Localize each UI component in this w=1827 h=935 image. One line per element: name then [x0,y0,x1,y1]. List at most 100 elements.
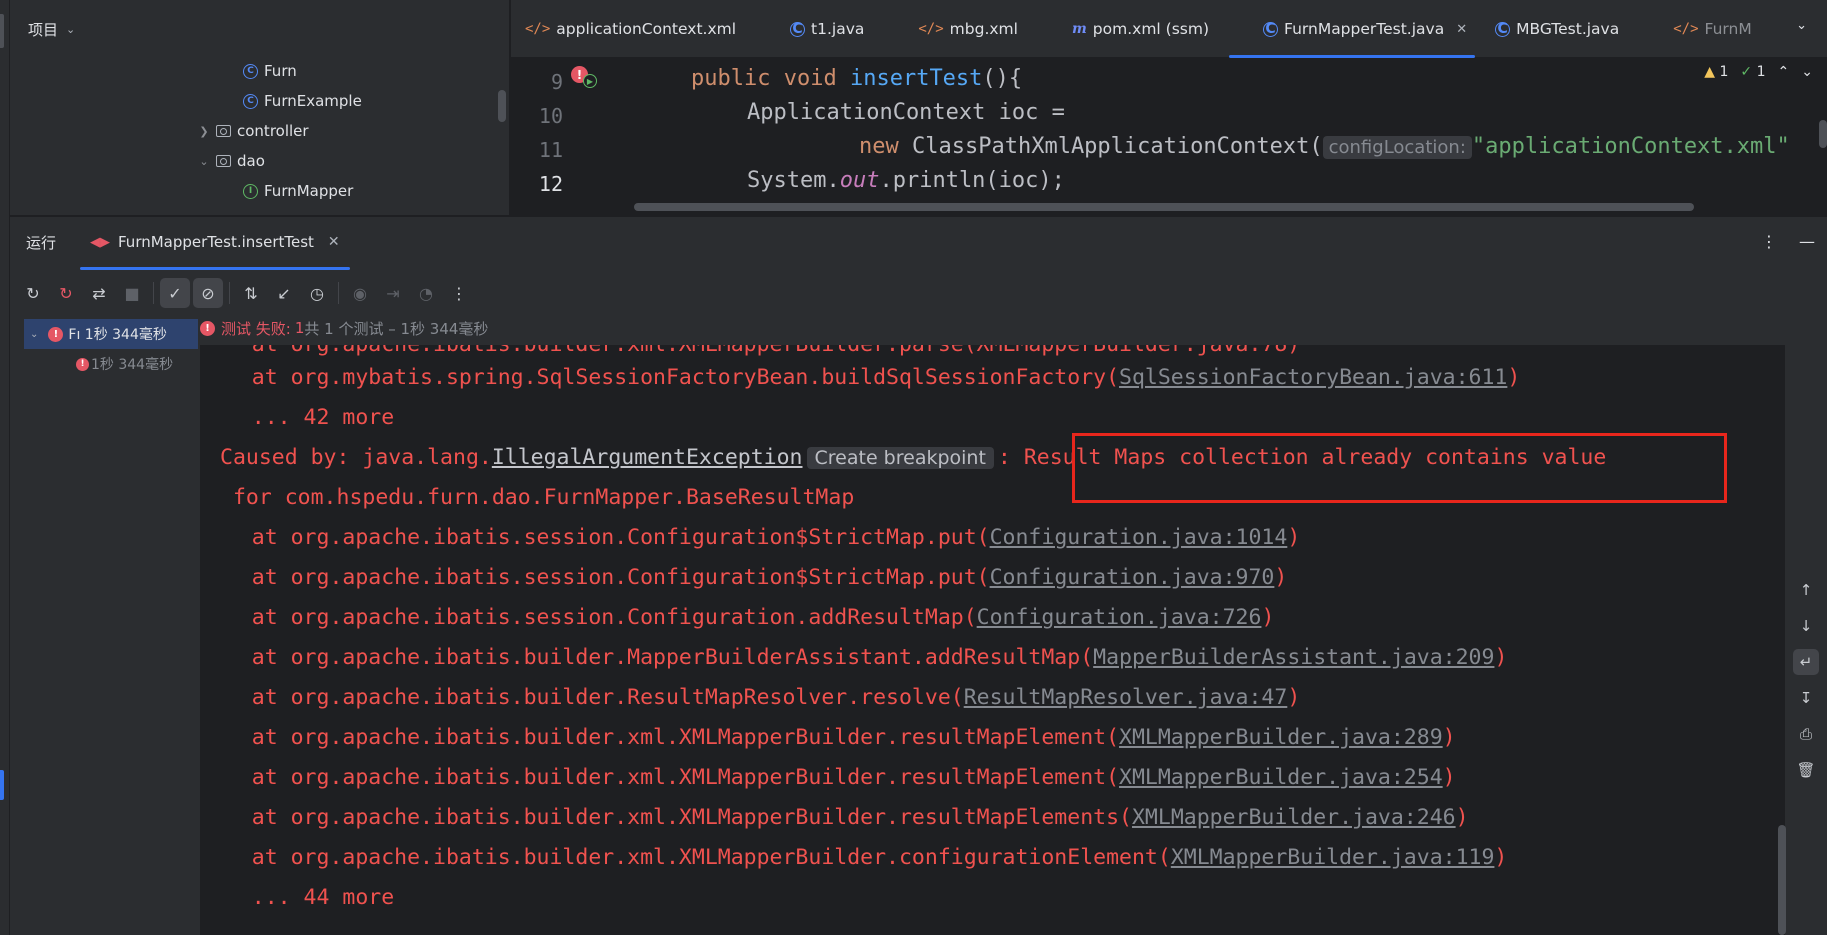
source-link[interactable]: XMLMapperBuilder.java:289 [1119,725,1443,750]
console-vertical-scrollbar[interactable] [1778,825,1786,935]
camera-icon[interactable]: ◉ [345,278,375,308]
stop-icon[interactable]: ■ [117,278,147,308]
package-icon [216,125,231,137]
console-line: at org.apache.ibatis.builder.xml.XMLMapp… [200,345,1300,357]
warning-count[interactable]: ▲ 1 [1704,64,1728,80]
source-link[interactable]: Configuration.java:970 [990,565,1275,590]
tab-label: FurnM [1704,20,1752,38]
stack-frame-text: ) [1442,765,1456,790]
tree-item-label: Furn [264,62,297,80]
scroll-to-end-icon[interactable]: ↧ [1793,685,1819,711]
collapse-icon[interactable]: ↙ [269,278,299,308]
tab-applicationcontext-xml[interactable]: </> applicationContext.xml [511,0,750,58]
code-token: public [691,66,771,91]
show-passed-icon[interactable]: ✓ [160,278,190,308]
arrow-up-icon[interactable]: ↑ [1793,577,1819,603]
project-panel-header[interactable]: 项目 ⌄ [10,0,509,58]
stack-frame-text: ) [1287,525,1301,550]
stack-frame-text: at org.apache.ibatis.builder.xml.XMLMapp… [200,765,1120,790]
source-link[interactable]: Configuration.java:726 [977,605,1262,630]
source-link[interactable]: SqlSessionFactoryBean.java:611 [1119,365,1507,390]
code-area[interactable]: public void insertTest(){ ApplicationCon… [631,58,1827,215]
tree-item-dao[interactable]: ⌄ dao [196,146,265,176]
close-icon[interactable]: ✕ [328,234,340,250]
tree-item-furn[interactable]: C Furn [243,56,297,86]
tab-label: MBGTest.java [1516,20,1620,38]
source-link[interactable]: Configuration.java:1014 [990,525,1288,550]
source-link[interactable]: XMLMapperBuilder.java:119 [1171,845,1495,870]
project-scrollbar[interactable] [498,90,506,122]
editor-vertical-scrollbar[interactable] [1819,120,1827,148]
tab-mbgtest-java[interactable]: C MBGTest.java [1481,0,1633,58]
exception-link[interactable]: IllegalArgumentException [492,445,803,470]
source-link[interactable]: ResultMapResolver.java:47 [964,685,1288,710]
tree-item-label: controller [237,122,309,140]
chevron-right-icon[interactable]: ❯ [196,125,212,138]
arrow-down-icon[interactable]: ↓ [1793,613,1819,639]
package-icon [216,155,231,167]
code-token: (){ [982,66,1023,91]
history-icon[interactable]: ◷ [302,278,332,308]
console-side-toolbar: ↑ ↓ ↵ ↧ ⎙ 🗑 [1788,577,1824,783]
code-token: ClassPathXmlApplicationContext( [912,134,1323,159]
chevron-up-icon[interactable]: ⌃ [1778,64,1790,80]
stack-frame-text: at org.apache.ibatis.session.Configurati… [200,605,977,630]
tab-t1-java[interactable]: C t1.java [750,0,878,58]
tab-furnm[interactable]: </> FurnM [1633,0,1766,58]
run-test-icon[interactable]: ▶ [583,74,597,88]
tree-item-furnexample[interactable]: C FurnExample [243,86,362,116]
editor-inspection-indicators[interactable]: ▲ 1 ✓ 1 ⌃ ⌄ [1704,64,1813,80]
editor-horizontal-scrollbar[interactable] [634,203,1694,211]
stack-frame-text: ) [1494,845,1508,870]
toggle-auto-test-icon[interactable]: ⇄ [84,278,114,308]
console-line: for com.hspedu.furn.dao.FurnMapper.BaseR… [220,485,855,510]
close-icon[interactable]: ✕ [1456,22,1467,37]
stack-frame: at org.apache.ibatis.builder.xml.XMLMapp… [200,845,1508,870]
more-options-icon[interactable]: ⋮ [1761,232,1777,251]
warning-count-label: 1 [1719,64,1729,80]
rerun-icon[interactable]: ↻ [18,278,48,308]
stack-frame: at org.apache.ibatis.builder.xml.XMLMapp… [200,765,1456,790]
more-options-icon[interactable]: ⋮ [444,278,474,308]
test-tree-child[interactable]: ! 1秒 344毫秒 [76,351,173,377]
tree-item-controller[interactable]: ❯ controller [196,116,309,146]
code-line-9: public void insertTest(){ [691,66,1022,91]
stack-frame-text: ) [1261,605,1275,630]
stack-frame: at org.apache.ibatis.session.Configurati… [200,605,1275,630]
rerun-failed-icon[interactable]: ↻ [51,278,81,308]
test-tree-root-label: Fı 1秒 344毫秒 [68,327,167,343]
tree-item-furnmapper[interactable]: I FurnMapper [243,176,353,206]
chevron-down-icon[interactable]: ⌄ [1801,64,1813,80]
chevron-down-icon[interactable]: ⌄ [66,23,75,36]
tab-furnmappertest-java[interactable]: C FurnMapperTest.java ✕ [1223,0,1481,58]
test-config-icon: ◀▶ [90,234,110,250]
gauge-icon[interactable]: ◔ [411,278,441,308]
create-breakpoint-button[interactable]: Create breakpoint [806,447,994,469]
show-ignored-icon[interactable]: ⊘ [193,278,223,308]
check-count[interactable]: ✓ 1 [1740,64,1765,80]
source-link[interactable]: XMLMapperBuilder.java:254 [1119,765,1443,790]
test-tree-root[interactable]: ⌄ ! Fı 1秒 344毫秒 [24,319,198,349]
tab-pom-xml[interactable]: m pom.xml (ssm) [1032,0,1223,58]
code-line-10: ApplicationContext ioc = [747,100,1065,125]
clear-trash-icon[interactable]: 🗑 [1793,757,1819,783]
sort-icon[interactable]: ⇅ [236,278,266,308]
chevron-down-icon[interactable]: ⌄ [196,155,212,168]
chevron-down-icon[interactable]: ⌄ [30,329,38,340]
run-tab-furnmappertest[interactable]: ◀▶ FurnMapperTest.insertTest ✕ [80,217,350,270]
tab-mbg-xml[interactable]: </> mbg.xml [878,0,1032,58]
print-icon[interactable]: ⎙ [1793,721,1819,747]
editor-gutter: 9 10 11 12 [511,58,631,215]
java-class-icon: C [1495,21,1511,37]
tab-list-chevron-icon[interactable]: ⌄ [1796,18,1807,33]
source-link[interactable]: XMLMapperBuilder.java:246 [1132,805,1456,830]
code-token: void [783,66,837,91]
import-icon[interactable]: ⇥ [378,278,408,308]
stack-frame: at org.apache.ibatis.session.Configurati… [200,525,1301,550]
interface-icon: I [243,183,258,199]
soft-wrap-icon[interactable]: ↵ [1793,649,1819,675]
toolbar-separator [338,282,339,304]
source-link[interactable]: MapperBuilderAssistant.java:209 [1093,645,1494,670]
caused-by-text: Caused by: java.lang. [220,445,492,470]
minimize-icon[interactable]: — [1799,232,1815,251]
